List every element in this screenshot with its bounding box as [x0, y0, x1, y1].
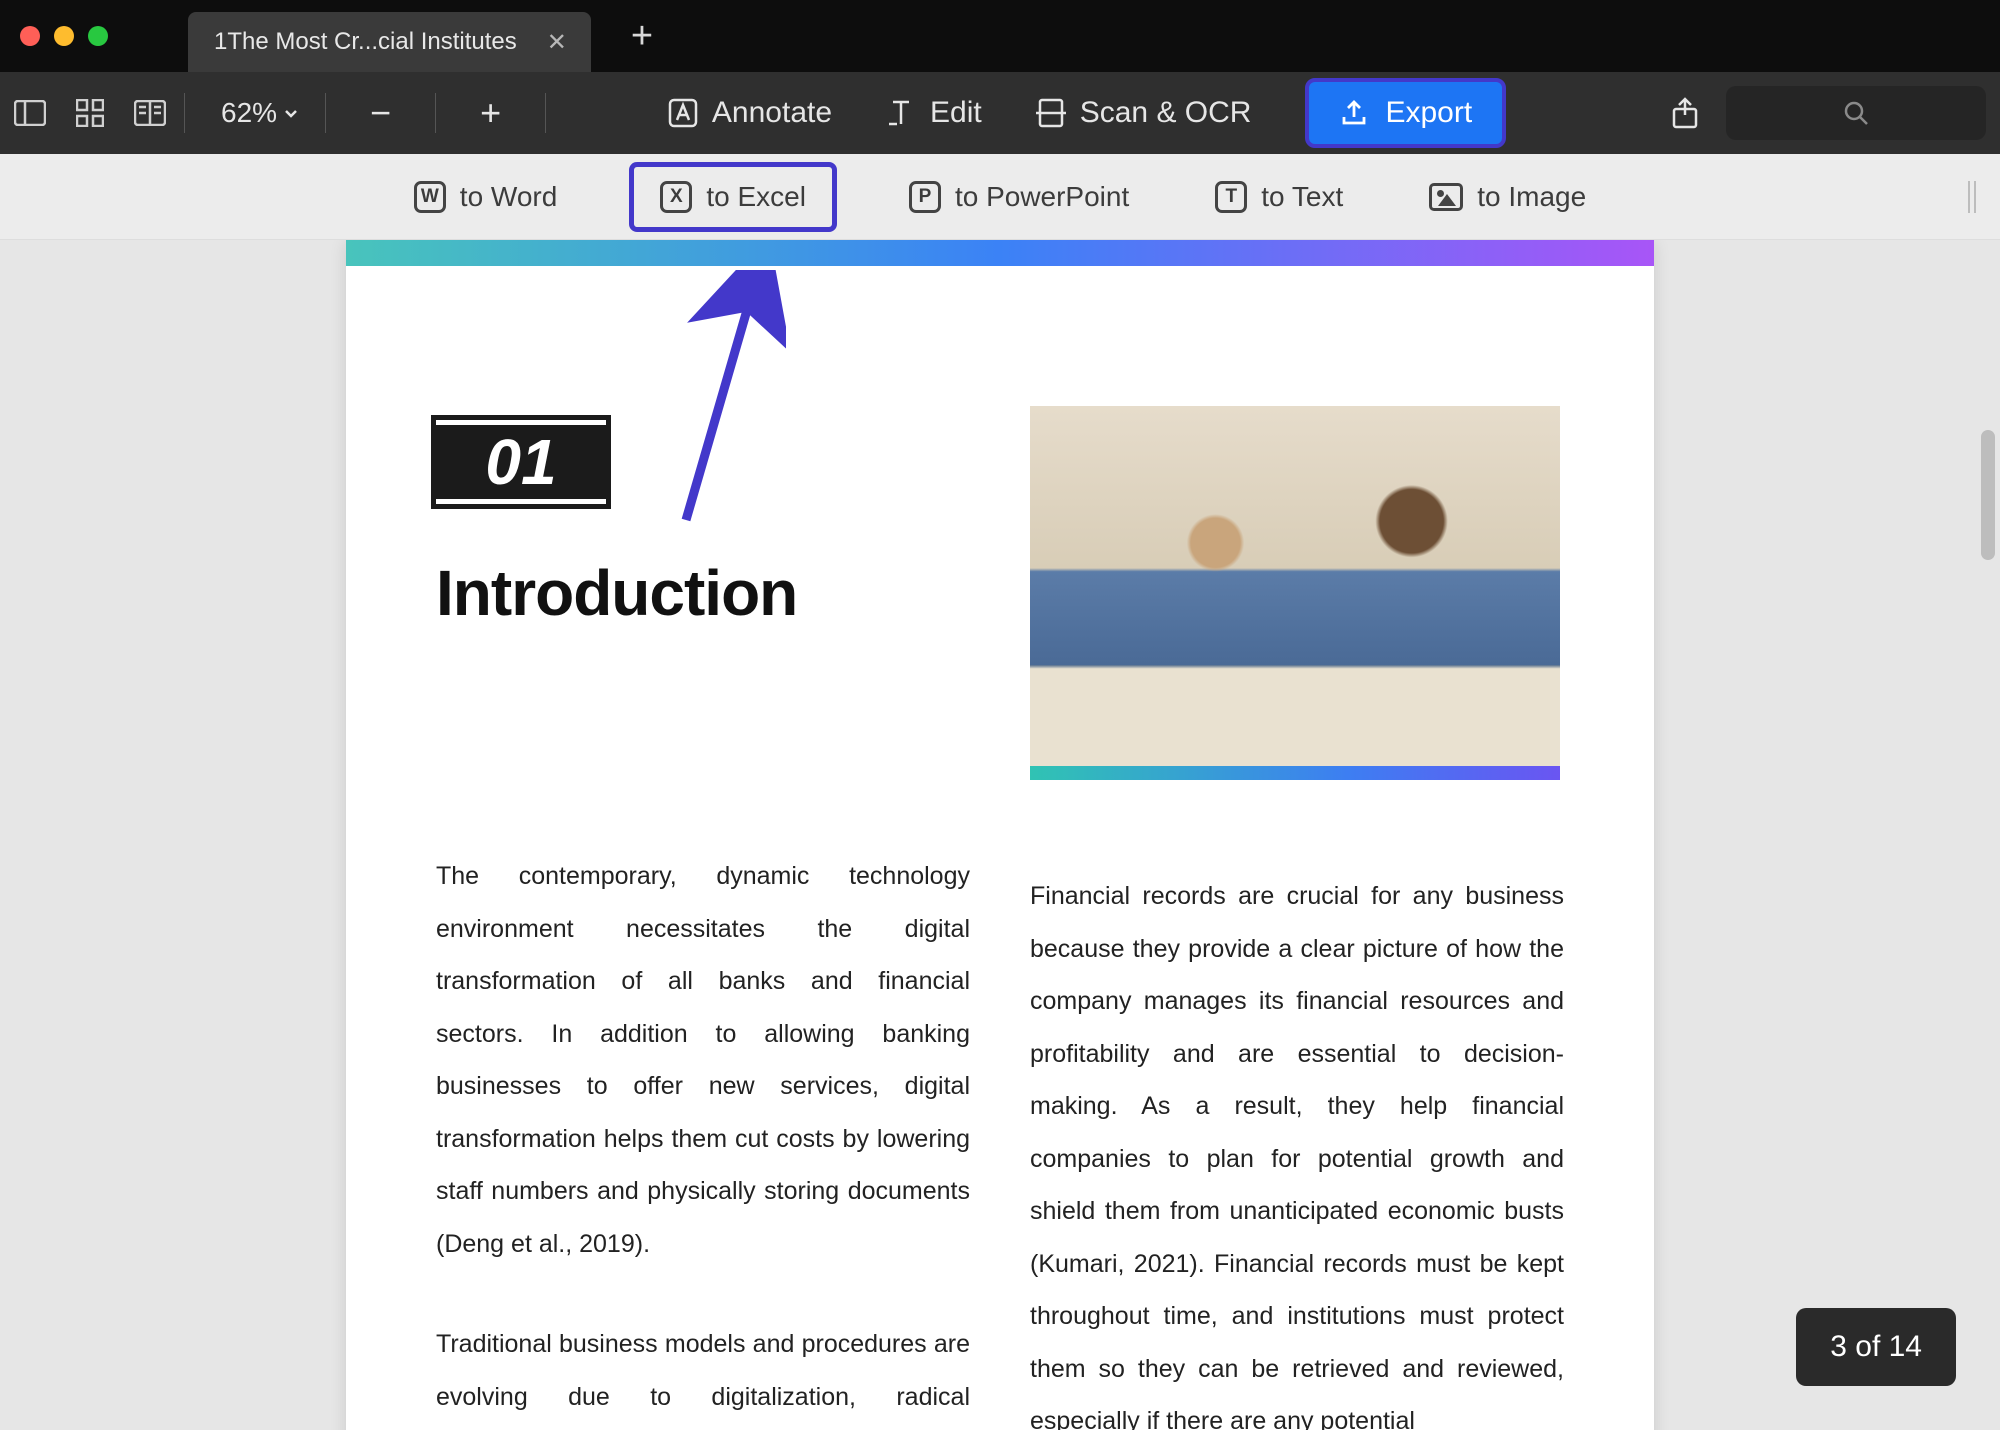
photo-gradient-underline [1030, 766, 1560, 780]
left-column: 01 Introduction The contemporary, dynami… [436, 406, 970, 1430]
view-mode-group [14, 100, 166, 126]
divider [545, 93, 546, 133]
photo-placeholder [1030, 406, 1560, 766]
zoom-level-dropdown[interactable]: 62% [221, 97, 299, 129]
page-header-gradient [346, 240, 1654, 266]
page-title: Introduction [436, 556, 970, 630]
main-toolbar: 62% − + Annotate Edit [0, 72, 2000, 154]
chapter-badge: 01 [436, 406, 606, 516]
export-excel-label: to Excel [706, 181, 806, 213]
tab-bar: 1The Most Cr...cial Institutes ✕ + [188, 0, 653, 72]
annotate-button[interactable]: Annotate [668, 96, 832, 130]
export-label: Export [1385, 96, 1472, 130]
export-to-text[interactable]: T to Text [1201, 173, 1357, 221]
scan-icon [1036, 98, 1066, 128]
body-paragraph: Traditional business models and procedur… [436, 1318, 970, 1430]
share-button[interactable] [1670, 98, 1700, 128]
tab-title: 1The Most Cr...cial Institutes [214, 28, 517, 56]
document-viewport[interactable]: 01 Introduction The contemporary, dynami… [0, 240, 2000, 1430]
document-photo [1030, 406, 1560, 780]
titlebar: 1The Most Cr...cial Institutes ✕ + [0, 0, 2000, 72]
search-input[interactable] [1726, 86, 1986, 140]
page-indicator: 3 of 14 [1796, 1308, 1956, 1386]
export-word-label: to Word [460, 181, 558, 213]
page-indicator-text: 3 of 14 [1830, 1330, 1922, 1363]
annotate-label: Annotate [712, 96, 832, 130]
divider [325, 93, 326, 133]
chapter-number: 01 [436, 420, 606, 504]
zoom-out-button[interactable]: − [352, 92, 409, 134]
text-icon: T [1215, 181, 1247, 213]
document-page: 01 Introduction The contemporary, dynami… [346, 240, 1654, 1430]
edit-button[interactable]: Edit [886, 96, 982, 130]
thumbnail-view-icon[interactable] [74, 100, 106, 126]
right-column: Financial records are crucial for any bu… [1030, 406, 1564, 1430]
word-icon: W [414, 181, 446, 213]
export-to-word[interactable]: W to Word [400, 173, 572, 221]
close-tab-icon[interactable]: ✕ [541, 26, 573, 59]
export-icon [1339, 98, 1369, 128]
image-icon [1429, 183, 1463, 211]
zoom-in-button[interactable]: + [462, 92, 519, 134]
export-text-label: to Text [1261, 181, 1343, 213]
right-actions [1670, 86, 1986, 140]
export-to-powerpoint[interactable]: P to PowerPoint [895, 173, 1143, 221]
page-content: 01 Introduction The contemporary, dynami… [346, 266, 1654, 1430]
search-icon [1843, 100, 1869, 126]
chevron-down-icon [283, 105, 299, 121]
vertical-scrollbar[interactable] [1981, 430, 1995, 560]
reader-view-icon[interactable] [134, 100, 166, 126]
export-button[interactable]: Export [1305, 78, 1506, 148]
toolbar-grabber[interactable] [1968, 181, 1976, 213]
divider [435, 93, 436, 133]
center-actions: Annotate Edit Scan & OCR [668, 78, 1506, 148]
close-window-button[interactable] [20, 26, 40, 46]
zoom-value: 62% [221, 97, 277, 129]
export-to-image[interactable]: to Image [1415, 173, 1600, 221]
body-paragraph: The contemporary, dynamic technology env… [436, 850, 970, 1270]
minimize-window-button[interactable] [54, 26, 74, 46]
scan-ocr-button[interactable]: Scan & OCR [1036, 96, 1252, 130]
body-paragraph: Financial records are crucial for any bu… [1030, 870, 1564, 1430]
export-toolbar: W to Word X to Excel P to PowerPoint T t… [0, 154, 2000, 240]
scan-ocr-label: Scan & OCR [1080, 96, 1252, 130]
annotate-icon [668, 98, 698, 128]
powerpoint-icon: P [909, 181, 941, 213]
sidebar-toggle-icon[interactable] [14, 100, 46, 126]
window-controls [20, 26, 108, 46]
divider [184, 93, 185, 133]
new-tab-button[interactable]: + [631, 15, 653, 58]
fullscreen-window-button[interactable] [88, 26, 108, 46]
zoom-controls: 62% − + [221, 92, 564, 134]
export-image-label: to Image [1477, 181, 1586, 213]
tab-document[interactable]: 1The Most Cr...cial Institutes ✕ [188, 12, 591, 72]
export-powerpoint-label: to PowerPoint [955, 181, 1129, 213]
edit-label: Edit [930, 96, 982, 130]
excel-icon: X [660, 181, 692, 213]
export-to-excel[interactable]: X to Excel [629, 162, 837, 232]
edit-icon [886, 98, 916, 128]
